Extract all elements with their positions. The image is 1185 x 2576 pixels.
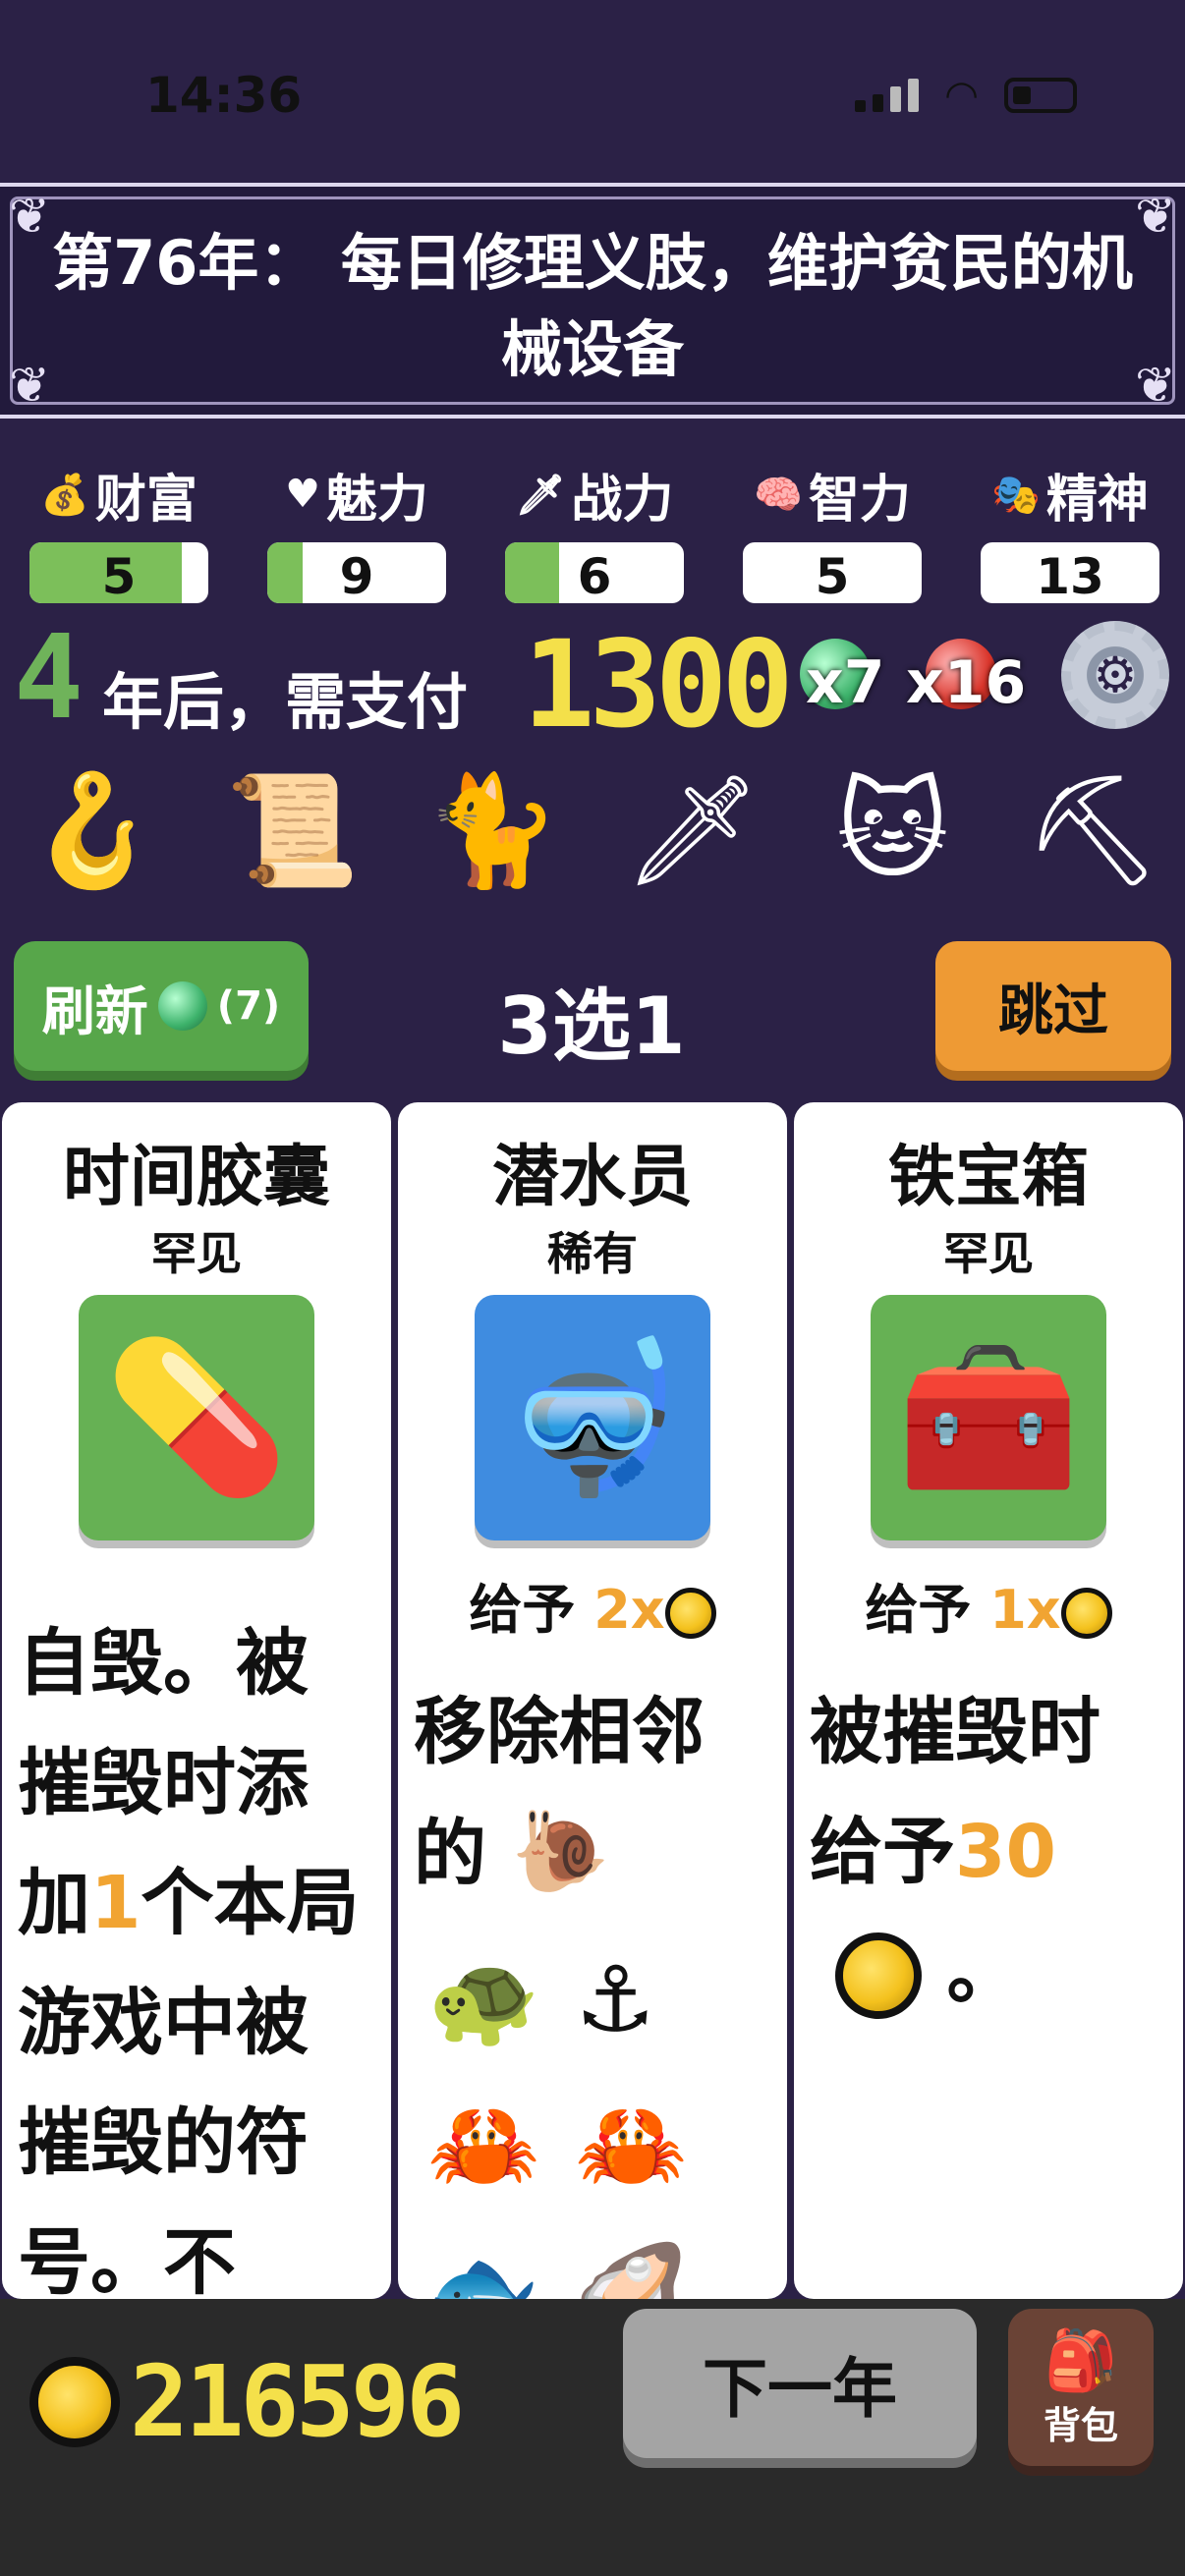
card-give: 给予 1x [794,1566,1183,1644]
lucky-cat-icon[interactable]: 🐱 [814,752,971,909]
wanted-poster-icon[interactable]: 📜 [214,752,371,909]
choose-label: 3选1 [497,980,686,1072]
stat-bar: 9 [267,542,446,603]
stat-wealth: 💰 财富 5 [29,460,208,603]
year-banner: ❦ ❦ ❦ ❦ 第76年： 每日修理义肢，维护贫民的机械设备 [0,183,1185,419]
bag-label: 背包 [1043,2404,1118,2447]
green-orb-icon [157,981,207,1031]
bag-button[interactable]: 🎒 背包 [1008,2309,1154,2466]
brain-icon: 🧠 [754,472,803,518]
card-description: 被摧毁时给予30 。 [810,1672,1169,2032]
battery-icon [1004,78,1077,113]
oyster-icon: 🦪 [575,2238,688,2299]
heart-icon: ♥ [285,472,320,517]
stats-panel: 💰 财富 5 ♥ 魅力 9 🗡 战力 6 🧠 智力 5 🎭 精神 13 [29,460,1159,603]
stat-label: 财富 [94,470,198,530]
card-give: 给予 2x [398,1566,787,1644]
status-bar: 14:36 ◠ [0,0,1185,187]
stat-value: 5 [101,548,137,603]
refresh-count: (7) [216,983,281,1029]
card-title: 铁宝箱 [887,1139,1089,1216]
years-remaining: 4 [14,609,85,745]
payment-row: 4 年后，需支付 1300 x7 x16 ⚙ [14,609,1173,755]
stat-value: 9 [339,548,374,603]
hook-tool-icon[interactable]: 🪝 [14,752,171,909]
snail-icon: 🐌 [511,1806,610,1897]
sword-icon: 🗡 [515,472,566,518]
stat-bar: 5 [743,542,922,603]
capsule-icon: 💊 [79,1295,314,1540]
year-title: 第76年： 每日修理义肢，维护贫民的机械设备 [52,227,1133,385]
coin-total-value: 216596 [130,2344,465,2459]
choice-cards: 时间胶囊 罕见 💊 自毁。被摧毁时添加1个本局游戏中被摧毁的符号。不 潜水员 稀… [0,1102,1185,2299]
shovel-icon[interactable]: ⛏ [1014,752,1171,909]
diver-helmet-icon: 🤿 [475,1295,710,1540]
stat-label: 战力 [571,470,674,530]
stat-charm: ♥ 魅力 9 [267,460,446,603]
status-icons: ◠ [855,73,1077,118]
payment-amount: 1300 [523,615,794,755]
red-multiplier: x16 [906,648,1027,717]
next-year-button[interactable]: 下一年 [623,2309,977,2458]
mask-icon: 🎭 [991,472,1041,518]
card-title: 时间胶囊 [62,1139,330,1216]
choice-card-iron-chest[interactable]: 铁宝箱 罕见 🧰 给予 1x 被摧毁时给予30 。 [794,1102,1183,2299]
goldfish-icon: 🐟 [427,2238,540,2299]
card-description: 自毁。被摧毁时添加1个本局游戏中被摧毁的符号。不 [18,1621,360,2299]
owned-items: 🪝 📜 🐈 🗡 🐱 ⛏ [14,747,1171,914]
stat-label: 精神 [1045,470,1149,530]
treasure-chest-icon: 🧰 [871,1295,1106,1540]
payment-text: 年后，需支付 [102,666,469,738]
stat-bar: 13 [981,542,1159,603]
settings-gear-icon[interactable]: ⚙ [1061,621,1169,729]
card-description: 移除相邻的 🐌 [414,1690,705,1897]
coin-icon [1060,1588,1112,1640]
stat-value: 6 [577,548,612,603]
card-rarity: 罕见 [151,1227,242,1280]
anchor-icon: ⚓ [575,1947,656,2052]
stat-intellect: 🧠 智力 5 [743,460,922,603]
stat-label: 智力 [808,470,911,530]
stat-label: 魅力 [325,470,428,530]
refresh-button[interactable]: 刷新 (7) [14,941,309,1071]
symbol-grid: 🐢 ⚓ 🦀 🦀 🐟 🦪 [427,1947,722,2299]
card-rarity: 稀有 [547,1227,638,1280]
coin-total: 216596 [29,2344,465,2459]
green-multiplier: x7 [806,648,885,717]
choice-card-diver[interactable]: 潜水员 稀有 🤿 给予 2x 移除相邻的 🐌 🐢 ⚓ 🦀 🦀 🐟 🦪 [398,1102,787,2299]
backpack-icon: 🎒 [1044,2326,1118,2395]
stat-value: 5 [815,548,850,603]
coin-icon [834,1932,922,2020]
coin-icon [29,2356,120,2447]
card-title: 潜水员 [491,1139,693,1216]
stat-value: 13 [1036,548,1104,603]
crab-icon: 🦀 [575,2093,688,2198]
stat-combat: 🗡 战力 6 [505,460,684,603]
stat-bar: 6 [505,542,684,603]
coin-icon [664,1588,716,1640]
stat-bar: 5 [29,542,208,603]
money-bag-icon: 💰 [40,472,89,518]
cyber-cat-icon[interactable]: 🐈 [414,752,571,909]
card-rarity: 罕见 [943,1227,1034,1280]
refresh-label: 刷新 [41,980,148,1042]
signal-icon [855,79,920,112]
wifi-icon: ◠ [944,73,979,118]
guillotine-icon[interactable]: 🗡 [614,752,771,909]
turtle-icon: 🐢 [427,1947,540,2052]
choice-card-time-capsule[interactable]: 时间胶囊 罕见 💊 自毁。被摧毁时添加1个本局游戏中被摧毁的符号。不 [2,1102,391,2299]
skip-button[interactable]: 跳过 [935,941,1171,1071]
stat-spirit: 🎭 精神 13 [981,460,1159,603]
crab-icon: 🦀 [427,2093,540,2198]
status-time: 14:36 [145,67,303,124]
